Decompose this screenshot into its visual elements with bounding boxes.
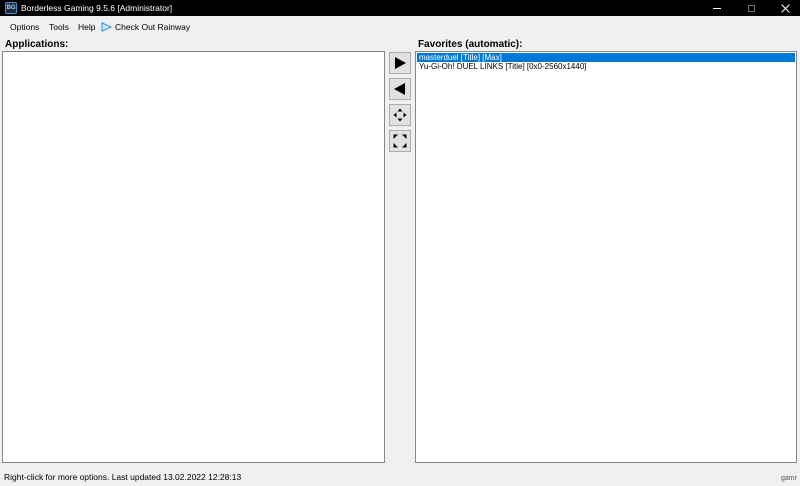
status-bar: Right-click for more options. Last updat… (0, 469, 800, 486)
favorites-label: Favorites (automatic): (418, 39, 523, 50)
applications-list[interactable] (2, 51, 385, 463)
expand-arrows-icon (393, 108, 407, 122)
arrow-left-icon (394, 83, 405, 95)
collapse-arrows-icon (393, 134, 407, 148)
remove-from-favorites-button[interactable] (389, 78, 411, 100)
play-triangle-icon (101, 22, 112, 32)
menu-tools[interactable]: Tools (49, 21, 69, 33)
menu-check-out-rainway[interactable]: Check Out Rainway (101, 21, 190, 33)
favorite-item[interactable]: Yu-Gi-Oh! DUEL LINKS [Title] [0x0-2560x1… (417, 62, 795, 71)
menu-options[interactable]: Options (10, 21, 39, 33)
menu-bar: Options Tools Help Check Out Rainway (0, 16, 800, 38)
arrow-right-icon (395, 57, 406, 69)
status-text: Right-click for more options. Last updat… (4, 472, 242, 482)
minimize-icon (713, 7, 721, 9)
watermark: gamr (781, 475, 797, 482)
window-title: Borderless Gaming 9.5.6 [Administrator] (21, 3, 173, 13)
favorite-item[interactable]: masterduel [Title] [Max] (417, 53, 795, 62)
maximize-icon (747, 4, 755, 12)
favorites-list[interactable]: masterduel [Title] [Max] Yu-Gi-Oh! DUEL … (415, 51, 797, 463)
minimize-button[interactable] (702, 0, 732, 16)
close-button[interactable] (770, 0, 800, 16)
make-borderless-button[interactable] (389, 104, 411, 126)
title-bar: BG Borderless Gaming 9.5.6 [Administrato… (0, 0, 800, 16)
app-logo-icon: BG (5, 2, 17, 14)
restore-window-button[interactable] (389, 130, 411, 152)
close-icon (781, 4, 790, 13)
menu-help[interactable]: Help (78, 21, 95, 33)
maximize-button[interactable] (736, 0, 766, 16)
applications-label: Applications: (5, 39, 69, 50)
rainway-label: Check Out Rainway (115, 22, 191, 32)
add-to-favorites-button[interactable] (389, 52, 411, 74)
